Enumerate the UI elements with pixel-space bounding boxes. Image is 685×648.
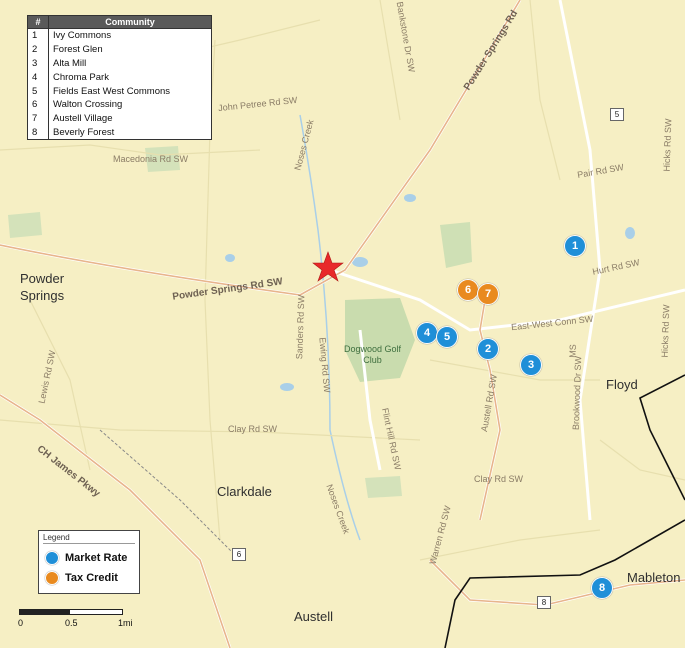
- scale-tick: 1mi: [118, 618, 133, 628]
- tax-credit-dot-icon: [45, 571, 59, 585]
- legend-item-market-rate: Market Rate: [45, 551, 127, 565]
- table-cell-num: 8: [27, 125, 49, 141]
- table-cell-num: 1: [27, 28, 49, 43]
- road-label: Clay Rd SW: [474, 474, 524, 484]
- pond: [225, 254, 235, 262]
- place-label: Floyd: [606, 377, 638, 392]
- road-label: Macedonia Rd SW: [113, 154, 189, 164]
- park-area: [365, 476, 402, 498]
- table-row: 7 Austell Village: [27, 111, 212, 126]
- place-label: Clarkdale: [217, 484, 272, 499]
- table-body: 1 Ivy Commons 2 Forest Glen 3 Alta Mill 4 Chrom…: [27, 28, 212, 141]
- legend-title: Legend: [43, 533, 70, 542]
- table-row: 2 Forest Glen: [27, 42, 212, 57]
- table-cell-num: 4: [27, 70, 49, 85]
- pond: [280, 383, 294, 391]
- community-marker-6[interactable]: 6: [457, 279, 479, 301]
- place-label: Austell: [294, 609, 334, 624]
- legend-divider: [43, 543, 135, 544]
- table-cell-num: 6: [27, 97, 49, 112]
- table-cell-num: 7: [27, 111, 49, 126]
- table-cell-community: Austell Village: [48, 111, 212, 126]
- table-row: 4 Chroma Park: [27, 70, 212, 85]
- golf-club-area: [345, 298, 415, 382]
- golf-club-label-line2: Club: [363, 355, 382, 365]
- table-cell-num: 5: [27, 84, 49, 98]
- table-row: 1 Ivy Commons: [27, 28, 212, 43]
- scale-tick: 0: [18, 618, 24, 628]
- map[interactable]: Powder Springs Rd SW Powder Springs Rd M…: [0, 0, 685, 648]
- table-row: 8 Beverly Forest: [27, 125, 212, 141]
- table-row: 5 Fields East West Commons: [27, 84, 212, 98]
- table-cell-community: Chroma Park: [48, 70, 212, 85]
- community-marker-4[interactable]: 4: [416, 322, 438, 344]
- table-cell-num: 3: [27, 56, 49, 71]
- community-marker-5[interactable]: 5: [436, 326, 458, 348]
- route-shield: 6: [232, 548, 246, 561]
- table-cell-community: Fields East West Commons: [48, 84, 212, 98]
- pond: [625, 227, 635, 239]
- pond: [404, 194, 416, 202]
- table-cell-community: Walton Crossing: [48, 97, 212, 112]
- table-row: 3 Alta Mill: [27, 56, 212, 71]
- route-shield: 8: [537, 596, 551, 609]
- scale-segment: [19, 609, 69, 615]
- table-cell-num: 2: [27, 42, 49, 57]
- place-label: Powder: [20, 271, 65, 286]
- road-label: Clay Rd SW: [228, 424, 278, 434]
- park-area: [440, 222, 472, 268]
- community-marker-2[interactable]: 2: [477, 338, 499, 360]
- table-row: 6 Walton Crossing: [27, 97, 212, 112]
- place-label: Springs: [20, 288, 65, 303]
- table-cell-community: Forest Glen: [48, 42, 212, 57]
- road-label: Hicks Rd SW: [659, 304, 672, 358]
- table-header-community: Community: [48, 15, 212, 29]
- market-rate-dot-icon: [45, 551, 59, 565]
- legend: Legend Market Rate Tax Credit: [38, 530, 140, 594]
- community-marker-3[interactable]: 3: [520, 354, 542, 376]
- legend-item-tax-credit: Tax Credit: [45, 571, 118, 585]
- table-header-num: #: [27, 15, 49, 29]
- golf-club-label: Dogwood Golf Club: [344, 344, 401, 366]
- legend-label-market-rate: Market Rate: [65, 552, 128, 564]
- community-marker-1[interactable]: 1: [564, 235, 586, 257]
- community-marker-7[interactable]: 7: [477, 283, 499, 305]
- golf-club-label-line1: Dogwood Golf: [344, 344, 402, 354]
- table-cell-community: Beverly Forest: [48, 125, 212, 141]
- scale-tick: 0.5: [65, 618, 78, 628]
- community-marker-8[interactable]: 8: [591, 577, 613, 599]
- park-area: [8, 212, 42, 238]
- route-shield: 5: [610, 108, 624, 121]
- legend-label-tax-credit: Tax Credit: [65, 572, 118, 584]
- table-cell-community: Ivy Commons: [48, 28, 212, 43]
- subject-site-star: [312, 251, 344, 282]
- table-header-row: # Community: [27, 15, 212, 29]
- table-cell-community: Alta Mill: [48, 56, 212, 71]
- road-label: Hicks Rd SW: [661, 118, 674, 172]
- community-table: # Community 1 Ivy Commons 2 Forest Glen 3 Alt…: [27, 15, 212, 141]
- place-label: Mableton: [627, 570, 681, 585]
- scale-segment: [69, 609, 123, 615]
- road-label: MS: [567, 344, 578, 358]
